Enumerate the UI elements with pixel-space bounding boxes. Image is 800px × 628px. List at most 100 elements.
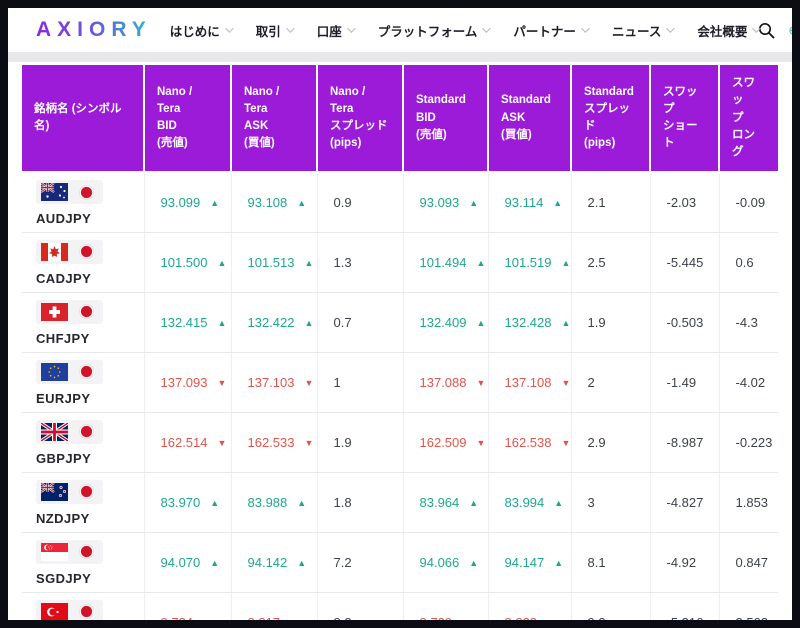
price-cell: 162.538▼ [488, 413, 571, 473]
up-arrow-icon: ▲ [297, 498, 306, 508]
value-cell: -0.09 [719, 173, 778, 233]
price-value: 137.108 [505, 375, 552, 390]
price-value: 94.142 [248, 555, 288, 570]
table-body: AUDJPY93.099▲93.108▲0.993.093▲93.114▲2.1… [22, 173, 778, 620]
flag-pair-chip [36, 300, 103, 324]
column-header-3: Nano / Tera ASK (買値) [231, 65, 317, 173]
cell-value: 3 [588, 495, 595, 510]
cell-value: 9.3 [588, 615, 606, 620]
flag-pair-chip [36, 180, 103, 204]
down-arrow-icon: ▼ [203, 618, 212, 620]
price-cell: 94.070▲ [144, 533, 231, 593]
up-arrow-icon: ▲ [305, 318, 314, 328]
table-row: GBPJPY162.514▼162.533▼1.9162.509▼162.538… [22, 413, 778, 473]
price-cell: 101.500▲ [144, 233, 231, 293]
price-value: 101.519 [505, 255, 552, 270]
nav-item-5[interactable]: パートナー [513, 21, 587, 40]
table-header-row: 銘柄名 (シンボル 名)Nano / Tera BID (売値)Nano / T… [22, 65, 778, 173]
cell-value: 0.847 [736, 555, 769, 570]
up-arrow-icon: ▲ [297, 558, 306, 568]
cell-value: 2.5 [588, 255, 606, 270]
symbol-cell: EURJPY [22, 353, 144, 413]
nav-item-1[interactable]: はじめに [170, 21, 231, 40]
axiory-logo[interactable]: AXIORY [36, 18, 152, 42]
cell-value: 2 [588, 375, 595, 390]
value-cell: 3.502 [719, 593, 778, 620]
up-arrow-icon: ▲ [562, 258, 571, 268]
symbol-cell: NZDJPY [22, 473, 144, 533]
down-arrow-icon: ▼ [290, 618, 299, 620]
down-arrow-icon: ▼ [477, 378, 486, 388]
down-arrow-icon: ▼ [462, 618, 471, 620]
nav-item-7[interactable]: 会社概要 [697, 21, 758, 40]
cell-value: 8.3 [334, 615, 352, 620]
value-cell: -4.3 [719, 293, 778, 353]
table-row: NZDJPY83.970▲83.988▲1.883.964▲83.994▲3-4… [22, 473, 778, 533]
rates-table: 銘柄名 (シンボル 名)Nano / Tera BID (売値)Nano / T… [22, 65, 778, 620]
value-cell: 8.3 [317, 593, 403, 620]
rates-table-container: 銘柄名 (シンボル 名)Nano / Tera BID (売値)Nano / T… [22, 65, 778, 620]
value-cell: 2 [571, 353, 650, 413]
nav-right: 日本語 MyAxiory 口座開設 [758, 8, 792, 71]
up-arrow-icon: ▲ [218, 258, 227, 268]
down-arrow-icon: ▼ [477, 438, 486, 448]
nav-item-6[interactable]: ニュース [612, 21, 672, 40]
price-value: 137.103 [248, 375, 295, 390]
flag-pair-chip [36, 240, 103, 264]
value-cell: -4.827 [650, 473, 719, 533]
nav-menu: はじめに 取引 口座 プラットフォーム パートナー ニュース 会社概要 [170, 21, 759, 40]
price-cell: 132.428▲ [488, 293, 571, 353]
value-cell: -5.316 [650, 593, 719, 620]
nav-item-4[interactable]: プラットフォーム [378, 21, 489, 40]
flag-jp-icon [79, 364, 94, 379]
up-arrow-icon: ▲ [477, 258, 486, 268]
up-arrow-icon: ▲ [210, 558, 219, 568]
flag-nz-icon [41, 483, 68, 501]
flag-jp-icon [79, 424, 94, 439]
price-value: 8.822 [505, 615, 538, 620]
cell-value: 2.9 [588, 435, 606, 450]
up-arrow-icon: ▲ [210, 498, 219, 508]
cell-value: -4.827 [667, 495, 704, 510]
price-value: 94.147 [505, 555, 545, 570]
price-cell: 93.093▲ [403, 173, 488, 233]
pair-name: CADJPY [36, 271, 144, 286]
flag-eu-icon [41, 363, 68, 381]
table-row: EURJPY137.093▼137.103▼1137.088▼137.108▼2… [22, 353, 778, 413]
price-value: 162.509 [420, 435, 467, 450]
nav-item-label: ニュース [612, 21, 661, 40]
price-value: 93.108 [248, 195, 288, 210]
language-selector[interactable]: 日本語 [789, 8, 792, 59]
price-cell: 83.964▲ [403, 473, 488, 533]
up-arrow-icon: ▲ [210, 198, 219, 208]
pair-name: NZDJPY [36, 511, 144, 526]
flag-jp-icon [79, 604, 94, 619]
price-cell: 83.988▲ [231, 473, 317, 533]
flag-pair-chip [36, 540, 103, 564]
navbar: AXIORY はじめに取引口座プラットフォームパートナーニュース会社概要 日本語… [8, 8, 792, 52]
nav-item-3[interactable]: 口座 [317, 21, 353, 40]
price-cell: 132.422▲ [231, 293, 317, 353]
down-arrow-icon: ▼ [305, 438, 314, 448]
price-cell: 8.817▼ [231, 593, 317, 620]
value-cell: 1.8 [317, 473, 403, 533]
cell-value: -5.316 [667, 615, 704, 620]
pair-name: AUDJPY [36, 211, 144, 226]
price-cell: 8.734▼ [144, 593, 231, 620]
price-cell: 93.114▲ [488, 173, 571, 233]
flag-jp-icon [79, 185, 94, 200]
down-arrow-icon: ▼ [562, 378, 571, 388]
table-row: TRYJPY8.734▼8.817▼8.38.729▼8.822▼9.3-5.3… [22, 593, 778, 620]
nav-item-2[interactable]: 取引 [256, 21, 292, 40]
symbol-cell: CADJPY [22, 233, 144, 293]
flag-ch-icon [41, 303, 68, 321]
value-cell: 8.1 [571, 533, 650, 593]
up-arrow-icon: ▲ [305, 258, 314, 268]
search-button[interactable] [758, 22, 775, 39]
symbol-cell: TRYJPY [22, 593, 144, 620]
column-header-6: Standard ASK (買値) [488, 65, 571, 173]
pair-name: GBPJPY [36, 451, 144, 466]
nav-item-label: プラットフォーム [378, 21, 478, 40]
up-arrow-icon: ▲ [469, 198, 478, 208]
up-arrow-icon: ▲ [469, 498, 478, 508]
